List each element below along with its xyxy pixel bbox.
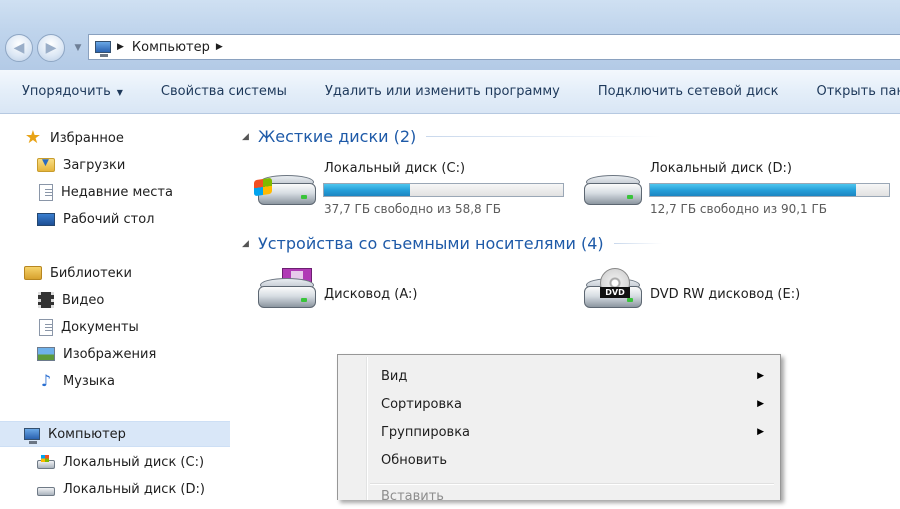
- address-bar[interactable]: ▶ Компьютер ▶: [88, 34, 900, 60]
- nav-item-desktop[interactable]: Рабочий стол: [0, 206, 230, 232]
- menu-item-view[interactable]: Вид ▶: [340, 363, 778, 389]
- nav-label: Документы: [61, 320, 139, 335]
- group-title: Жесткие диски (2): [258, 127, 416, 146]
- music-note-icon: ♪: [37, 373, 55, 389]
- nav-label: Библиотеки: [50, 266, 132, 281]
- drive-tile-floppy[interactable]: Дисковод (A:): [254, 268, 574, 324]
- nav-label: Изображения: [63, 347, 156, 362]
- system-drive-icon: [37, 460, 55, 469]
- nav-item-documents[interactable]: Документы: [0, 314, 230, 340]
- recent-places-icon: [39, 184, 53, 201]
- menu-label: Сортировка: [381, 397, 462, 412]
- menu-item-sort[interactable]: Сортировка ▶: [340, 391, 778, 417]
- floppy-drive-icon: [254, 268, 316, 316]
- drive-icon: [37, 487, 55, 496]
- breadcrumb-arrow-icon[interactable]: ▶: [216, 42, 223, 52]
- drive-free-space: 12,7 ГБ свободно из 90,1 ГБ: [650, 202, 827, 216]
- computer-icon: [24, 428, 40, 440]
- group-divider: [614, 243, 662, 244]
- nav-label: Локальный диск (C:): [63, 455, 204, 470]
- organize-label: Упорядочить: [22, 84, 111, 99]
- libraries-icon: [24, 266, 42, 280]
- submenu-arrow-icon: ▶: [757, 427, 764, 437]
- nav-item-favorites[interactable]: ★ Избранное: [0, 125, 230, 151]
- nav-label: Видео: [62, 293, 104, 308]
- nav-label: Музыка: [63, 374, 115, 389]
- chevron-down-icon: ▼: [117, 88, 123, 97]
- nav-label: Компьютер: [48, 427, 126, 442]
- drive-usage-fill: [650, 184, 856, 196]
- downloads-folder-icon: [37, 158, 55, 172]
- submenu-arrow-icon: ▶: [757, 399, 764, 409]
- group-header-removable[interactable]: ◢ Устройства со съемными носителями (4): [242, 234, 662, 253]
- forward-button[interactable]: ▶: [37, 34, 65, 62]
- group-divider: [426, 136, 662, 137]
- menu-item-refresh[interactable]: Обновить: [340, 447, 778, 473]
- command-bar: Упорядочить ▼ Свойства системы Удалить ил…: [0, 70, 900, 114]
- menu-label: Обновить: [381, 453, 447, 468]
- dvd-drive-icon: DVD: [580, 268, 642, 316]
- recent-pages-dropdown[interactable]: ▼: [70, 40, 86, 56]
- open-control-panel-button[interactable]: Открыть панель управления: [798, 70, 900, 114]
- drive-name: Локальный диск (C:): [324, 161, 465, 176]
- nav-label: Избранное: [50, 131, 124, 146]
- context-menu: Вид ▶ Сортировка ▶ Группировка ▶ Обновит…: [337, 354, 781, 500]
- submenu-arrow-icon: ▶: [757, 371, 764, 381]
- breadcrumb-arrow-icon[interactable]: ▶: [117, 42, 124, 52]
- menu-item-paste[interactable]: Вставить: [340, 483, 778, 509]
- forward-arrow-icon: ▶: [46, 40, 57, 56]
- nav-item-video[interactable]: Видео: [0, 287, 230, 313]
- system-properties-button[interactable]: Свойства системы: [142, 70, 306, 114]
- drive-tile-d[interactable]: Локальный диск (D:) 12,7 ГБ свободно из …: [580, 161, 900, 217]
- nav-item-downloads[interactable]: Загрузки: [0, 152, 230, 178]
- document-icon: [39, 319, 53, 336]
- drive-tile-c[interactable]: Локальный диск (C:) 37,7 ГБ свободно из …: [254, 161, 574, 217]
- nav-item-recent-places[interactable]: Недавние места: [0, 179, 230, 205]
- nav-label: Недавние места: [61, 185, 173, 200]
- star-icon: ★: [24, 130, 42, 146]
- drive-usage-fill: [324, 184, 410, 196]
- title-bar: ◀ ▶ ▼ ▶ Компьютер ▶: [0, 0, 900, 70]
- navigation-pane: ★ Избранное Загрузки Недавние места Рабо…: [0, 115, 230, 500]
- drive-tile-dvd[interactable]: DVD DVD RW дисковод (E:): [580, 268, 900, 324]
- drive-usage-bar: [323, 183, 564, 197]
- group-header-hard-drives[interactable]: ◢ Жесткие диски (2): [242, 127, 662, 146]
- back-button[interactable]: ◀: [5, 34, 33, 62]
- drive-name: Локальный диск (D:): [650, 161, 792, 176]
- drive-icon: [580, 165, 642, 213]
- computer-icon: [95, 41, 111, 53]
- nav-label: Рабочий стол: [63, 212, 154, 227]
- drive-usage-bar: [649, 183, 890, 197]
- nav-item-disk-d[interactable]: Локальный диск (D:): [0, 476, 230, 502]
- menu-item-group[interactable]: Группировка ▶: [340, 419, 778, 445]
- nav-item-libraries[interactable]: Библиотеки: [0, 260, 230, 286]
- nav-label: Загрузки: [63, 158, 125, 173]
- drive-name: DVD RW дисковод (E:): [650, 287, 800, 302]
- picture-icon: [37, 347, 55, 361]
- nav-item-computer[interactable]: Компьютер: [0, 421, 230, 447]
- system-drive-icon: [254, 165, 316, 213]
- collapse-triangle-icon[interactable]: ◢: [242, 239, 254, 249]
- nav-item-pictures[interactable]: Изображения: [0, 341, 230, 367]
- menu-label: Вставить: [381, 489, 444, 504]
- menu-label: Группировка: [381, 425, 470, 440]
- uninstall-program-button[interactable]: Удалить или изменить программу: [306, 70, 579, 114]
- nav-label: Локальный диск (D:): [63, 482, 205, 497]
- organize-button[interactable]: Упорядочить ▼: [0, 70, 142, 114]
- menu-label: Вид: [381, 369, 407, 384]
- nav-item-disk-c[interactable]: Локальный диск (C:): [0, 449, 230, 475]
- film-icon: [38, 292, 54, 308]
- breadcrumb-computer[interactable]: Компьютер: [132, 40, 210, 55]
- desktop-icon: [37, 213, 55, 226]
- collapse-triangle-icon[interactable]: ◢: [242, 132, 254, 142]
- map-network-drive-button[interactable]: Подключить сетевой диск: [579, 70, 798, 114]
- group-title: Устройства со съемными носителями (4): [258, 234, 604, 253]
- drive-free-space: 37,7 ГБ свободно из 58,8 ГБ: [324, 202, 501, 216]
- drive-name: Дисковод (A:): [324, 287, 417, 302]
- back-arrow-icon: ◀: [14, 40, 25, 56]
- chevron-down-icon: ▼: [75, 43, 82, 53]
- nav-item-music[interactable]: ♪ Музыка: [0, 368, 230, 394]
